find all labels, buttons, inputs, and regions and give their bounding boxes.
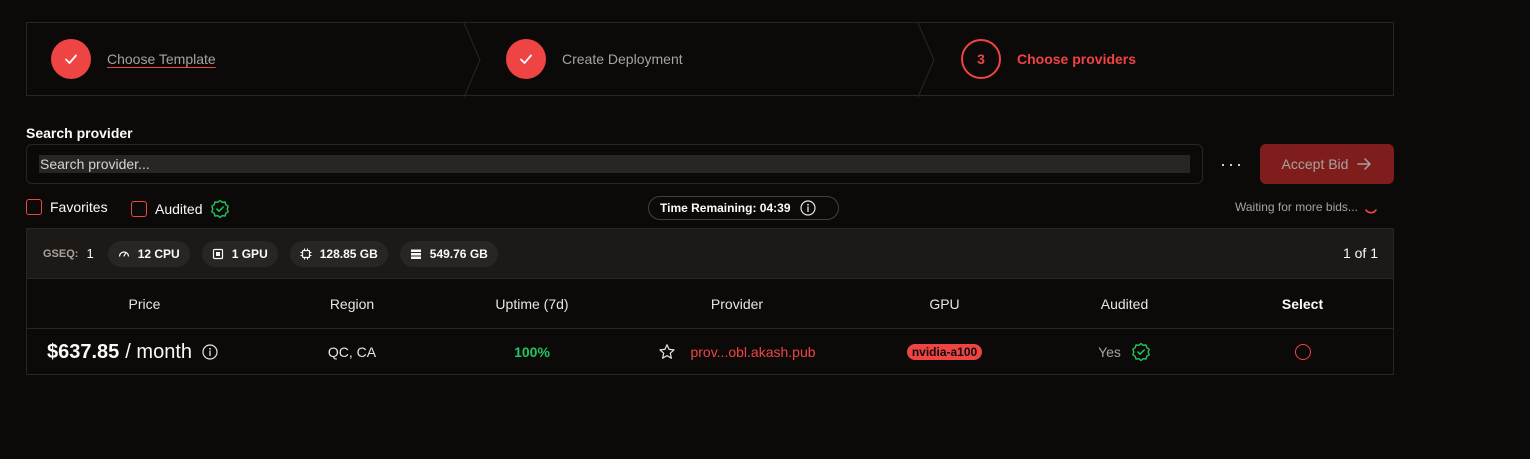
- gseq-label: GSEQ:: [43, 247, 79, 260]
- search-input[interactable]: [39, 155, 1190, 173]
- step-create-deployment[interactable]: Create Deployment: [506, 23, 683, 95]
- more-options-button[interactable]: ···: [1214, 150, 1250, 178]
- audited-label: Audited: [155, 201, 203, 217]
- favorites-filter[interactable]: Favorites: [26, 199, 108, 215]
- col-provider: Provider: [710, 295, 764, 312]
- uptime-cell: 100%: [514, 344, 550, 360]
- step-choose-providers: 3 Choose providers: [961, 23, 1136, 95]
- col-uptime: Uptime (7d): [495, 295, 569, 312]
- memory-pill: 128.85 GB: [289, 240, 388, 267]
- gpu-cell: nvidia-a100: [852, 329, 1037, 375]
- step-choose-template[interactable]: Choose Template: [51, 23, 216, 95]
- step-label: Create Deployment: [562, 51, 683, 67]
- spinner-icon: [1365, 209, 1377, 214]
- star-icon[interactable]: [658, 343, 676, 361]
- accept-bid-button[interactable]: Accept Bid: [1260, 144, 1394, 184]
- check-icon: [506, 39, 546, 79]
- region-cell: QC, CA: [327, 344, 377, 360]
- bid-group-card: GSEQ: 1 12 CPU 1 GPU 128.85 GB 549.76 GB…: [26, 228, 1394, 375]
- storage-pill: 549.76 GB: [399, 240, 498, 267]
- info-icon[interactable]: [202, 344, 218, 360]
- arrow-right-icon: [1357, 158, 1372, 170]
- time-remaining-text: Time Remaining: 04:39: [660, 201, 791, 215]
- audited-value: Yes: [1098, 344, 1121, 360]
- info-icon[interactable]: [799, 200, 816, 216]
- audited-cell: Yes: [1037, 329, 1212, 375]
- table-row[interactable]: $637.85 / month QC, CA 100% prov...obl.a…: [27, 329, 1393, 375]
- audited-filter[interactable]: Audited: [131, 199, 230, 219]
- search-title: Search provider: [26, 125, 133, 141]
- gpu-badge: nvidia-a100: [906, 344, 983, 360]
- price-unit: / month: [125, 340, 192, 363]
- chevron-separator: [463, 23, 481, 97]
- cpu-value: 12 CPU: [137, 246, 180, 261]
- favorites-label: Favorites: [50, 199, 108, 215]
- audited-checkbox[interactable]: [131, 201, 147, 217]
- group-header: GSEQ: 1 12 CPU 1 GPU 128.85 GB 549.76 GB…: [27, 229, 1393, 279]
- pagination-text: 1 of 1: [1342, 245, 1378, 261]
- waiting-status: Waiting for more bids...: [1235, 200, 1378, 214]
- col-gpu: GPU: [929, 295, 960, 312]
- stepper: Choose Template Create Deployment 3 Choo…: [26, 22, 1394, 97]
- provider-link[interactable]: prov...obl.akash.pub: [690, 344, 815, 360]
- col-audited: Audited: [1100, 295, 1149, 312]
- storage-icon: [410, 249, 421, 259]
- gpu-pill: 1 GPU: [201, 240, 278, 267]
- check-icon: [51, 39, 91, 79]
- gseq-value: 1: [86, 246, 94, 261]
- table-header: Price Region Uptime (7d) Provider GPU Au…: [27, 279, 1393, 329]
- verified-badge-icon: [211, 199, 230, 219]
- provider-cell: prov...obl.akash.pub: [622, 329, 852, 375]
- cpu-pill: 12 CPU: [107, 240, 190, 267]
- chevron-separator: [917, 23, 935, 97]
- price-value: $637.85: [47, 340, 120, 363]
- step-number: 3: [961, 39, 1001, 79]
- price-cell: $637.85 / month: [47, 329, 262, 375]
- col-region: Region: [329, 295, 375, 312]
- step-label: Choose providers: [1017, 51, 1137, 67]
- search-box: [26, 144, 1203, 184]
- select-radio[interactable]: [1294, 344, 1311, 360]
- speedometer-icon: [118, 250, 129, 257]
- gpu-chip-icon: [212, 248, 223, 259]
- col-price: Price: [128, 295, 161, 312]
- select-cell: [1212, 329, 1393, 375]
- memory-chip-icon: [300, 248, 312, 259]
- memory-value: 128.85 GB: [319, 246, 378, 261]
- gpu-value: 1 GPU: [231, 246, 268, 261]
- step-label[interactable]: Choose Template: [107, 51, 216, 67]
- storage-value: 549.76 GB: [429, 246, 488, 261]
- accept-bid-label: Accept Bid: [1281, 156, 1349, 172]
- col-select: Select: [1281, 295, 1324, 312]
- waiting-text: Waiting for more bids...: [1235, 200, 1358, 214]
- time-remaining-badge: Time Remaining: 04:39: [648, 196, 839, 220]
- favorites-checkbox[interactable]: [26, 199, 42, 215]
- verified-badge-icon: [1132, 342, 1150, 362]
